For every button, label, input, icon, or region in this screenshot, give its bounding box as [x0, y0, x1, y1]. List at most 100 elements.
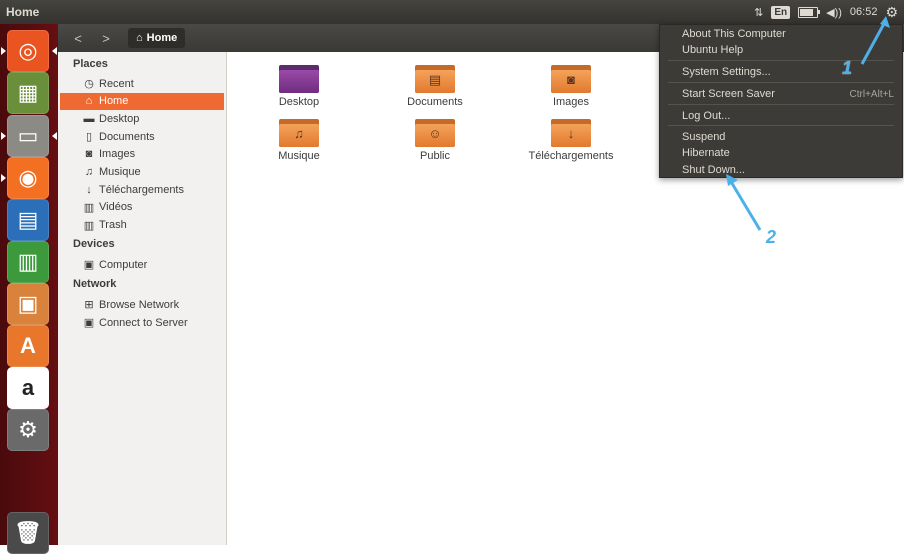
sidebar-item-label: Images	[99, 148, 136, 161]
launcher-amazon[interactable]: a	[7, 367, 49, 409]
menu-item-log-out[interactable]: Log Out...	[660, 108, 902, 124]
sidebar-item-images[interactable]: ◙ Images	[60, 146, 224, 163]
sidebar-item-musique[interactable]: ♫ Musique	[60, 164, 224, 181]
sidebar-item-label: Téléchargements	[99, 183, 184, 196]
sidebar-item-desktop[interactable]: ▬ Desktop	[60, 110, 224, 127]
desktop-folder-icon	[279, 63, 319, 93]
sidebar-item-label: Home	[99, 95, 129, 108]
battery-indicator-icon[interactable]	[798, 6, 821, 18]
menu-item-label: Ubuntu Help	[682, 44, 744, 56]
back-button[interactable]: <	[66, 28, 90, 48]
impress-icon: ▣	[17, 291, 39, 316]
image-viewer-icon: ▦	[17, 80, 39, 105]
window-title: Home	[6, 5, 40, 19]
folder-label: Desktop	[278, 96, 320, 108]
launcher-files[interactable]: ▭	[7, 115, 49, 157]
folder-label: Images	[552, 96, 590, 108]
folder-public[interactable]: ☺ Public	[380, 117, 490, 162]
folder-label: Musique	[278, 150, 320, 162]
menu-item-label: System Settings...	[682, 66, 771, 78]
callout-step-1: 1	[842, 58, 853, 78]
sidebar-item-home[interactable]: ⌂ Home	[60, 92, 224, 110]
callout-step-2: 2	[766, 227, 777, 247]
launcher-calc[interactable]: ▥	[7, 241, 49, 283]
menu-item-shut-down[interactable]: Shut Down...	[660, 162, 902, 178]
documents-folder-icon: ▤	[415, 63, 455, 93]
path-home-button[interactable]: ⌂ Home	[128, 28, 186, 48]
sidebar-item-recent[interactable]: ◷ Recent	[60, 75, 224, 92]
sidebar-item-computer[interactable]: ▣ Computer	[60, 256, 224, 273]
launcher-trash[interactable]: 🗑	[7, 512, 49, 554]
devices-header: Devices	[73, 238, 115, 250]
launcher-running-indicator	[1, 174, 6, 182]
launcher-impress[interactable]: ▣	[7, 283, 49, 325]
film-icon: ▥	[83, 201, 95, 214]
launcher-software-center[interactable]: A	[7, 325, 49, 367]
folder-musique[interactable]: ♫ Musique	[244, 117, 354, 162]
sidebar-item-vid-os[interactable]: ▥ Vidéos	[60, 199, 224, 216]
folder-desktop[interactable]: Desktop	[244, 63, 354, 108]
launcher-writer[interactable]: ▤	[7, 199, 49, 241]
battery-fill	[800, 8, 813, 16]
folder-label: Téléchargements	[528, 150, 614, 162]
images-folder-icon: ◙	[551, 63, 591, 93]
launcher-running-indicator	[52, 47, 57, 55]
download-icon: ↓	[86, 183, 92, 196]
folder-documents[interactable]: ▤ Documents	[380, 63, 490, 108]
sidebar-item-connect-to-server[interactable]: ▣ Connect to Server	[60, 314, 224, 331]
desktop-folder-icon: ▬	[83, 112, 95, 125]
network-header: Network	[73, 278, 117, 290]
server-icon: ▣	[83, 317, 95, 329]
path-label: Home	[146, 32, 178, 44]
firefox-icon: ◉	[18, 165, 38, 190]
menu-separator	[668, 104, 894, 105]
volume-indicator-icon[interactable]: ◀))	[826, 6, 842, 19]
music-folder-icon: ♫	[279, 117, 319, 147]
sidebar-item-documents[interactable]: ▯ Documents	[60, 128, 224, 145]
sidebar-item-label: Vidéos	[99, 201, 133, 214]
sidebar-item-trash[interactable]: ▥ Trash	[60, 217, 224, 234]
trash-icon: ▥	[83, 219, 95, 232]
sidebar-item-label: Recent	[99, 77, 134, 90]
public-folder-icon: ☺	[415, 117, 455, 147]
network-indicator-icon[interactable]: ⇅	[754, 6, 763, 19]
menu-item-hibernate[interactable]: Hibernate	[660, 145, 902, 161]
calc-icon: ▥	[17, 249, 39, 274]
computer-icon: ▣	[83, 259, 95, 271]
document-icon: ▯	[85, 131, 93, 144]
menu-item-shortcut: Ctrl+Alt+L	[849, 88, 894, 100]
launcher-dash-home[interactable]: ◎	[7, 30, 49, 72]
sidebar-item-label: Desktop	[99, 112, 140, 125]
callout-arrow-1	[860, 16, 890, 65]
forward-button[interactable]: >	[94, 28, 118, 48]
settings-tools-icon: ⚙	[18, 417, 38, 442]
sidebar-item-label: Trash	[99, 219, 127, 232]
sidebar-item-t-l-chargements[interactable]: ↓ Téléchargements	[60, 181, 224, 198]
menu-item-label: About This Computer	[682, 28, 786, 40]
ubuntu-logo-icon: ◎	[18, 38, 38, 63]
writer-icon: ▤	[17, 207, 39, 232]
menu-item-start-screen-saver[interactable]: Start Screen Saver Ctrl+Alt+L	[660, 86, 902, 102]
sidebar-item-label: Connect to Server	[99, 316, 188, 329]
sidebar-item-label: Browse Network	[99, 298, 180, 311]
menu-separator	[668, 125, 894, 126]
shopping-bag-icon: A	[20, 333, 36, 358]
places-sidebar: Places Devices Network ◷ Recent ⌂ Home ▬ Desk…	[58, 52, 227, 545]
sidebar-item-browse-network[interactable]: ⊞ Browse Network	[60, 296, 224, 313]
folder-t-l-chargements[interactable]: ↓ Téléchargements	[516, 117, 626, 162]
launcher-running-indicator	[1, 47, 6, 55]
sidebar-item-label: Computer	[99, 258, 148, 271]
launcher-image-viewer[interactable]: ▦	[7, 72, 49, 114]
sidebar-item-label: Musique	[99, 166, 141, 178]
launcher-firefox[interactable]: ◉	[7, 157, 49, 199]
clock-icon: ◷	[84, 78, 94, 90]
keyboard-language-indicator[interactable]: En	[771, 5, 791, 19]
menu-item-label: Log Out...	[682, 110, 731, 122]
music-icon: ♫	[84, 166, 94, 178]
folder-label: Public	[420, 150, 450, 162]
menu-item-suspend[interactable]: Suspend	[660, 129, 902, 145]
menu-item-label: Hibernate	[682, 147, 730, 159]
folder-images[interactable]: ◙ Images	[516, 63, 626, 108]
launcher-system-settings[interactable]: ⚙	[7, 409, 49, 451]
launcher-running-indicator	[1, 132, 6, 140]
